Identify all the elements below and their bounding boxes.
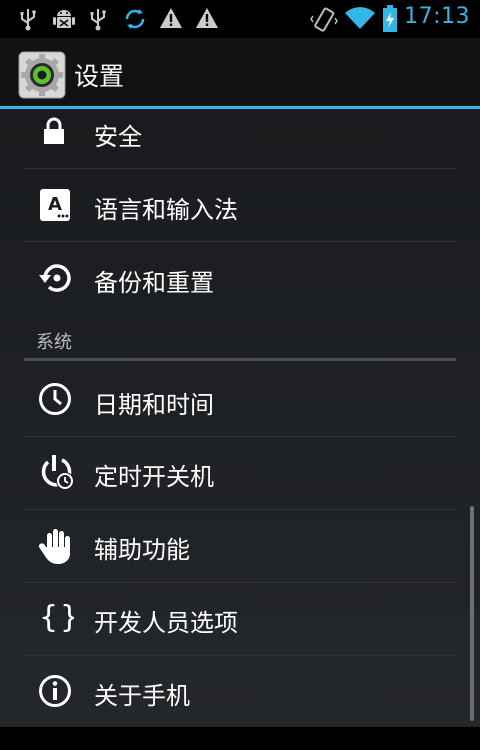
list-item-label: 安全	[94, 123, 142, 151]
lock-icon	[38, 115, 70, 151]
keyboard-a-icon: A	[38, 188, 72, 226]
warning-icon	[159, 6, 183, 34]
list-item-date-time[interactable]: 日期和时间	[24, 361, 456, 436]
page-title: 设置	[74, 62, 125, 91]
list-item-language-input[interactable]: A 语言和输入法	[24, 169, 456, 241]
list-item-security[interactable]: 安全	[24, 109, 456, 168]
list-item-developer-options[interactable]: {} 开发人员选项	[24, 583, 456, 655]
list-item-about-phone[interactable]: 关于手机	[24, 656, 456, 727]
bottom-edge	[0, 727, 480, 750]
android-debug-icon	[52, 6, 76, 36]
clock-icon	[38, 382, 72, 420]
hand-icon	[38, 527, 74, 569]
list-item-label: 定时开关机	[94, 463, 214, 491]
list-item-label: 辅助功能	[94, 536, 190, 564]
action-bar: 设置	[0, 38, 480, 106]
list-item-label: 语言和输入法	[94, 196, 238, 224]
scheduled-power-icon	[38, 454, 76, 496]
list-item-accessibility[interactable]: 辅助功能	[24, 510, 456, 582]
usb-icon	[88, 6, 108, 36]
status-bar: 17:13	[0, 0, 480, 38]
list-item-label: 备份和重置	[94, 269, 214, 297]
wifi-icon	[344, 5, 376, 35]
warning-icon	[195, 6, 219, 34]
settings-gear-icon[interactable]	[18, 51, 66, 103]
list-item-scheduled-power[interactable]: 定时开关机	[24, 437, 456, 509]
svg-text:A: A	[48, 194, 62, 215]
list-item-label: 日期和时间	[94, 391, 214, 419]
braces-icon: {}	[38, 597, 79, 639]
svg-text:{: {	[39, 600, 58, 635]
list-item-label: 开发人员选项	[94, 609, 238, 637]
section-header-system: 系统	[36, 332, 72, 353]
list-item-label: 关于手机	[94, 682, 190, 710]
clock-time: 17:13	[404, 4, 470, 29]
svg-text:}: }	[60, 600, 74, 635]
backup-restore-icon	[38, 260, 74, 300]
info-icon	[38, 674, 72, 712]
usb-icon	[18, 6, 38, 36]
battery-charging-icon	[382, 5, 398, 37]
settings-list[interactable]: 安全 A 语言和输入法 备份和重置 系统 日期和时间 定时开关机 辅助功能 {…	[0, 109, 480, 727]
sync-icon	[123, 6, 147, 36]
vibrate-icon	[310, 6, 338, 38]
scrollbar[interactable]	[470, 506, 474, 721]
list-item-backup-reset[interactable]: 备份和重置	[24, 242, 456, 314]
